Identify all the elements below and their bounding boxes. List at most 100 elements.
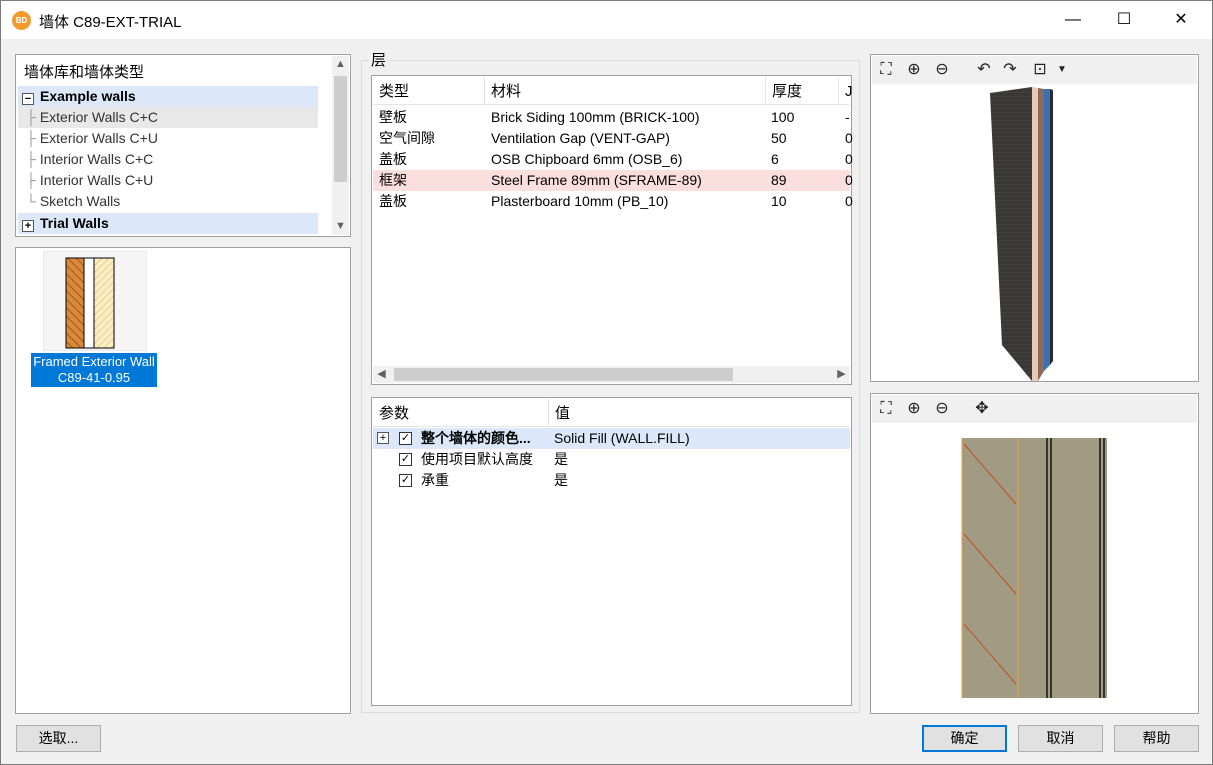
scroll-up-icon[interactable]: ▲ xyxy=(332,56,349,73)
tree-line-icon: ├ xyxy=(26,151,36,167)
wall-section-drawing xyxy=(961,438,1107,698)
tree-vertical-scrollbar[interactable]: ▲ ▼ xyxy=(332,56,349,235)
scroll-right-icon[interactable]: ▶ xyxy=(833,366,850,383)
minimize-button[interactable]: — xyxy=(1050,1,1096,39)
col-extra[interactable]: J xyxy=(839,77,859,105)
tree-line-icon: └ xyxy=(26,193,36,209)
param-name: 承重 xyxy=(421,472,449,488)
zoom-extents-icon[interactable]: ⛶ xyxy=(876,60,896,80)
layer-extra: 0 xyxy=(845,130,853,146)
zoom-in-icon[interactable]: ⊕ xyxy=(904,399,924,419)
layer-type: 框架 xyxy=(379,172,407,188)
layer-thickness: 10 xyxy=(771,193,787,209)
param-name: 使用项目默认高度 xyxy=(421,451,533,467)
layer-material: Steel Frame 89mm (SFRAME-89) xyxy=(491,172,702,188)
wall-dialog: BD 墙体 C89-EXT-TRIAL — ☐ ✕ 墙体库和墙体类型 − Exam… xyxy=(0,0,1213,765)
wall-type-panel[interactable]: Framed Exterior Wall C89-41-0.95 xyxy=(15,247,351,714)
rotate-left-icon[interactable]: ↶ xyxy=(974,60,994,80)
wall-type-label[interactable]: Framed Exterior Wall C89-41-0.95 xyxy=(31,353,157,387)
cancel-button[interactable]: 取消 xyxy=(1018,725,1103,752)
tree-line-icon: ├ xyxy=(26,172,36,188)
view-options-icon[interactable]: ⊡ xyxy=(1030,60,1050,80)
tree-item-interior-cu[interactable]: ├ Interior Walls C+U xyxy=(18,170,153,191)
section-preview[interactable]: ⛶ ⊕ ⊖ ✥ xyxy=(870,393,1199,714)
col-type[interactable]: 类型 xyxy=(373,77,485,105)
wall-type-thumbnail[interactable] xyxy=(43,251,147,351)
select-button[interactable]: 选取... xyxy=(16,725,101,752)
pan-icon[interactable]: ✥ xyxy=(972,399,992,419)
tree-item-sketch-walls[interactable]: └ Sketch Walls xyxy=(18,191,120,212)
layer-type: 空气间隙 xyxy=(379,130,435,146)
param-value: Solid Fill (WALL.FILL) xyxy=(554,430,690,446)
close-button[interactable]: ✕ xyxy=(1158,1,1204,39)
param-value: 是 xyxy=(554,451,568,467)
tree-line-icon: ├ xyxy=(26,109,36,125)
param-row-load-bearing[interactable]: ✓ 承重 是 xyxy=(373,470,850,491)
3d-preview[interactable]: ⛶ ⊕ ⊖ ↶ ↷ ⊡ ▼ xyxy=(870,54,1199,382)
tree-group-example-walls[interactable]: − Example walls xyxy=(18,86,318,107)
layers-horizontal-scrollbar[interactable]: ◀ ▶ xyxy=(373,366,850,383)
col-value[interactable]: 值 xyxy=(549,399,852,427)
col-material[interactable]: 材料 xyxy=(485,77,766,105)
zoom-out-icon[interactable]: ⊖ xyxy=(932,60,952,80)
layer-extra: 0 xyxy=(845,172,853,188)
view-dropdown-icon[interactable]: ▼ xyxy=(1052,60,1072,80)
layer-thickness: 100 xyxy=(771,109,795,125)
ok-button[interactable]: 确定 xyxy=(922,725,1007,752)
title-bar[interactable]: BD 墙体 C89-EXT-TRIAL — ☐ ✕ xyxy=(1,1,1212,39)
expand-icon[interactable]: + xyxy=(22,220,34,232)
zoom-out-icon[interactable]: ⊖ xyxy=(932,399,952,419)
scroll-thumb[interactable] xyxy=(394,368,733,381)
maximize-button[interactable]: ☐ xyxy=(1101,1,1147,39)
scroll-thumb[interactable] xyxy=(334,76,347,182)
tree-item-label: Exterior Walls C+U xyxy=(39,130,158,146)
layers-table[interactable]: 类型 材料 厚度 J 壁板 Brick Siding 100mm (BRICK-… xyxy=(371,75,853,385)
layer-material: Ventilation Gap (VENT-GAP) xyxy=(491,130,670,146)
table-row[interactable]: 盖板 OSB Chipboard 6mm (OSB_6) 6 0 xyxy=(373,149,853,170)
params-table[interactable]: 参数 值 + ✓ 整个墙体的颜色... Solid Fill (WALL.FIL… xyxy=(371,397,852,706)
tree-group-label: Example walls xyxy=(40,88,136,104)
layer-extra: 0 xyxy=(845,151,853,167)
checkbox[interactable]: ✓ xyxy=(399,474,412,487)
app-logo-icon: BD xyxy=(12,11,31,30)
checkbox[interactable]: ✓ xyxy=(399,453,412,466)
wall-type-name: Framed Exterior Wall xyxy=(33,354,155,369)
layer-extra: 0 xyxy=(845,193,853,209)
scroll-left-icon[interactable]: ◀ xyxy=(373,366,390,383)
table-row[interactable]: 壁板 Brick Siding 100mm (BRICK-100) 100 - xyxy=(373,107,850,128)
layers-group-label: 层 xyxy=(369,49,389,70)
tree-header: 墙体库和墙体类型 xyxy=(24,64,145,81)
layer-type: 壁板 xyxy=(379,109,407,125)
zoom-in-icon[interactable]: ⊕ xyxy=(904,60,924,80)
tree-line-icon: ├ xyxy=(26,130,36,146)
wall-section-icon xyxy=(65,257,115,349)
param-row-wall-color[interactable]: + ✓ 整个墙体的颜色... Solid Fill (WALL.FILL) xyxy=(373,428,850,449)
help-button[interactable]: 帮助 xyxy=(1114,725,1199,752)
3d-toolbar: ⛶ ⊕ ⊖ ↶ ↷ ⊡ ▼ xyxy=(872,56,1197,84)
layers-table-header: 类型 材料 厚度 J xyxy=(373,77,853,105)
scroll-down-icon[interactable]: ▼ xyxy=(332,218,349,235)
param-row-default-height[interactable]: ✓ 使用项目默认高度 是 xyxy=(373,449,850,470)
collapse-icon[interactable]: − xyxy=(22,93,34,105)
rotate-right-icon[interactable]: ↷ xyxy=(1000,60,1020,80)
col-param[interactable]: 参数 xyxy=(373,399,549,427)
layer-material: Brick Siding 100mm (BRICK-100) xyxy=(491,109,700,125)
tree-item-exterior-cu[interactable]: ├ Exterior Walls C+U xyxy=(18,128,158,149)
expand-icon[interactable]: + xyxy=(377,432,389,444)
3d-wall-model xyxy=(990,87,1053,381)
wall-library-tree[interactable]: 墙体库和墙体类型 − Example walls ├ Exterior Walls… xyxy=(15,54,351,237)
zoom-extents-icon[interactable]: ⛶ xyxy=(876,399,896,419)
table-row[interactable]: 空气间隙 Ventilation Gap (VENT-GAP) 50 0 xyxy=(373,128,853,149)
checkbox[interactable]: ✓ xyxy=(399,432,412,445)
tree-group-trial-walls[interactable]: + Trial Walls xyxy=(18,213,318,234)
tree-item-exterior-cc[interactable]: ├ Exterior Walls C+C xyxy=(18,107,318,128)
col-thickness[interactable]: 厚度 xyxy=(766,77,839,105)
table-row-selected[interactable]: 框架 Steel Frame 89mm (SFRAME-89) 89 0 xyxy=(373,170,853,191)
table-row[interactable]: 盖板 Plasterboard 10mm (PB_10) 10 0 xyxy=(373,191,853,212)
tree-item-label: Interior Walls C+C xyxy=(39,151,154,167)
tree-item-label: Exterior Walls C+C xyxy=(39,109,158,125)
window-title: 墙体 C89-EXT-TRIAL xyxy=(39,14,182,31)
tree-item-interior-cc[interactable]: ├ Interior Walls C+C xyxy=(18,149,153,170)
layer-extra: - xyxy=(845,109,850,125)
layer-material: OSB Chipboard 6mm (OSB_6) xyxy=(491,151,683,167)
